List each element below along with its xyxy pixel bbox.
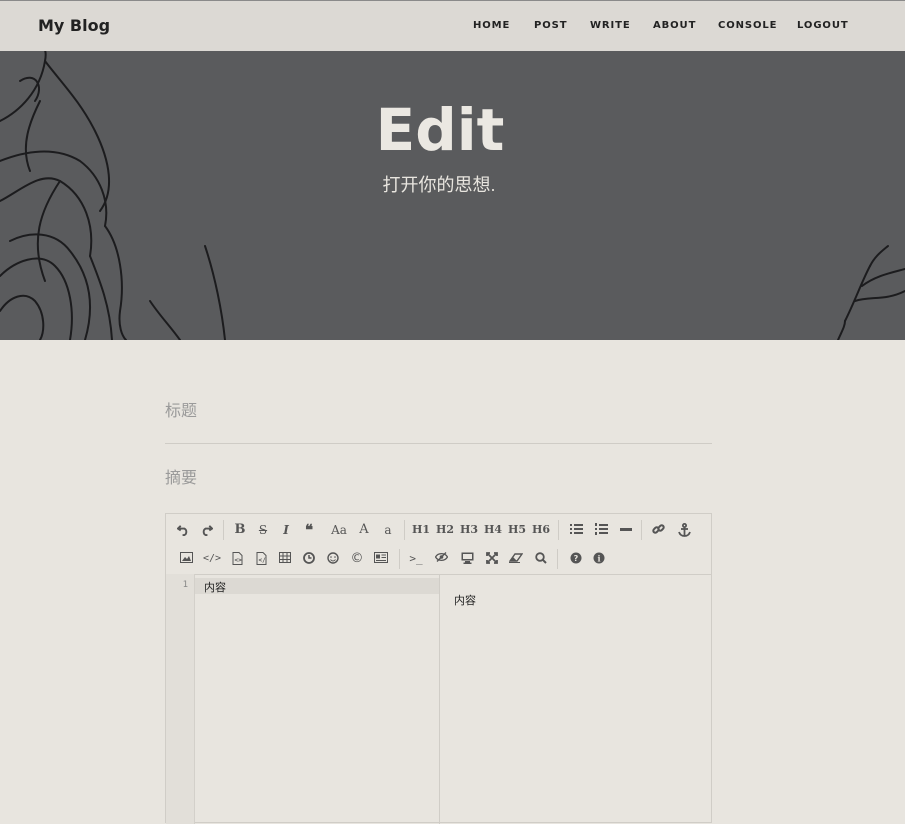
navbar: My Blog HOME POST WRITE ABOUT CONSOLE LO… (0, 0, 905, 51)
nav-home[interactable]: HOME (473, 20, 510, 31)
unordered-list-icon[interactable] (565, 519, 587, 541)
undo-icon[interactable] (172, 519, 194, 541)
line-number: 1 (182, 580, 188, 590)
image-icon[interactable] (175, 548, 197, 570)
bold-button[interactable]: B (229, 519, 251, 541)
nav-post[interactable]: POST (534, 20, 567, 31)
code-icon[interactable]: </> (201, 548, 223, 570)
markdown-preview: 内容 (440, 574, 711, 824)
html-entities-icon[interactable]: © (346, 548, 368, 570)
help-icon[interactable]: ? (565, 548, 587, 570)
uppercase-button[interactable]: A (353, 519, 375, 541)
h6-button[interactable]: H6 (530, 519, 552, 541)
nav-write[interactable]: WRITE (590, 20, 631, 31)
h3-button[interactable]: H3 (458, 519, 480, 541)
h1-button[interactable]: H1 (410, 519, 432, 541)
lowercase-button[interactable]: a (377, 519, 399, 541)
code-block-icon[interactable]: </ (250, 548, 272, 570)
clear-icon[interactable] (505, 548, 527, 570)
svg-text:</: </ (258, 557, 266, 564)
h4-button[interactable]: H4 (482, 519, 504, 541)
page-title: Edit (375, 96, 505, 164)
anchor-icon[interactable] (673, 519, 695, 541)
preview-content: 内容 (454, 594, 476, 607)
h5-button[interactable]: H5 (506, 519, 528, 541)
nav-console[interactable]: CONSOLE (718, 20, 777, 31)
ordered-list-icon[interactable] (590, 519, 612, 541)
hero-banner: Edit 打开你的思想. (0, 51, 905, 340)
nav-links: HOME POST WRITE ABOUT CONSOLE LOGOUT (0, 20, 905, 34)
redo-icon[interactable] (195, 519, 217, 541)
datetime-icon[interactable] (298, 548, 320, 570)
markdown-content: 内容 (204, 581, 226, 594)
active-line-highlight (195, 578, 439, 594)
markdown-input-area[interactable]: 内容 (195, 574, 439, 824)
strikethrough-button[interactable]: S (252, 519, 274, 541)
search-icon[interactable] (530, 548, 552, 570)
svg-text:?: ? (574, 554, 579, 563)
preview-icon[interactable] (456, 548, 478, 570)
nav-logout[interactable]: LOGOUT (797, 20, 849, 31)
goto-line-icon[interactable]: >_ (405, 548, 427, 570)
markdown-editor: B S I ❝ Aa A a H1 H2 H3 H4 H5 H6 </> <> … (165, 513, 712, 824)
line-number-gutter: 1 (166, 574, 195, 824)
uppercase-first-button[interactable]: Aa (326, 519, 352, 541)
quote-icon[interactable]: ❝ (298, 519, 320, 541)
h2-button[interactable]: H2 (434, 519, 456, 541)
svg-text:i: i (597, 554, 600, 564)
summary-input[interactable] (165, 467, 712, 491)
nav-about[interactable]: ABOUT (653, 20, 696, 31)
emoji-icon[interactable] (322, 548, 344, 570)
fullscreen-icon[interactable] (481, 548, 503, 570)
svg-text:<>: <> (234, 557, 242, 564)
page-subtitle: 打开你的思想. (382, 175, 496, 195)
editor-toolbar: B S I ❝ Aa A a H1 H2 H3 H4 H5 H6 </> <> … (166, 514, 711, 575)
italic-button[interactable]: I (275, 519, 297, 541)
table-icon[interactable] (274, 548, 296, 570)
info-icon[interactable]: i (588, 548, 610, 570)
title-divider (165, 443, 712, 444)
pagebreak-icon[interactable] (370, 548, 392, 570)
link-icon[interactable] (647, 519, 669, 541)
title-input[interactable] (165, 400, 712, 424)
horizontal-rule-icon[interactable] (615, 519, 637, 541)
watch-icon[interactable] (430, 548, 452, 570)
preformatted-code-icon[interactable]: <> (226, 548, 248, 570)
